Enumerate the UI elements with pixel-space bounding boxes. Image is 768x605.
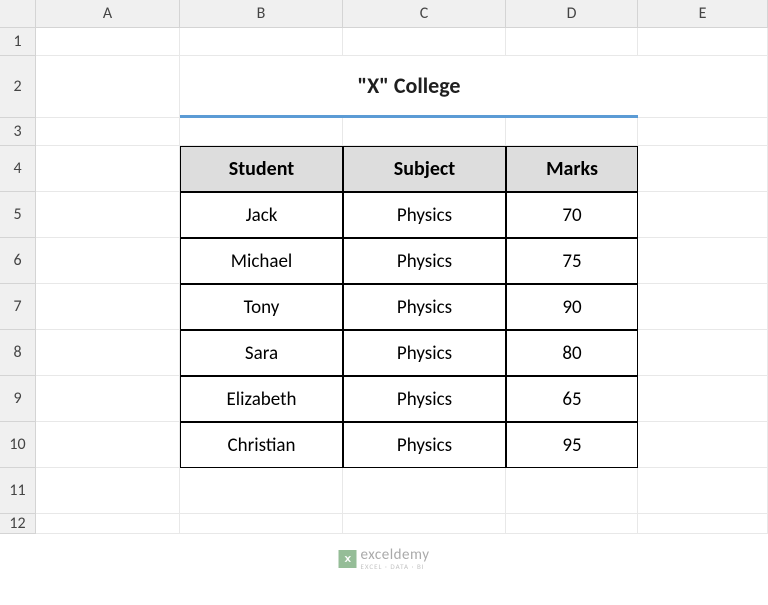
table-row[interactable]: Christian — [180, 422, 343, 468]
cell-d11[interactable] — [506, 468, 638, 514]
table-row[interactable]: Physics — [343, 284, 506, 330]
cell-a3[interactable] — [36, 118, 180, 146]
cell-b1[interactable] — [180, 28, 343, 56]
cell-e3[interactable] — [638, 118, 768, 146]
cell-c1[interactable] — [343, 28, 506, 56]
row-header-5[interactable]: 5 — [0, 192, 36, 238]
table-row[interactable]: 90 — [506, 284, 638, 330]
table-header-student[interactable]: Student — [180, 146, 343, 192]
table-row[interactable]: Physics — [343, 376, 506, 422]
row-header-2[interactable]: 2 — [0, 56, 36, 118]
cell-a6[interactable] — [36, 238, 180, 284]
table-row[interactable]: 70 — [506, 192, 638, 238]
row-header-3[interactable]: 3 — [0, 118, 36, 146]
row-header-10[interactable]: 10 — [0, 422, 36, 468]
table-row[interactable]: 95 — [506, 422, 638, 468]
cell-a1[interactable] — [36, 28, 180, 56]
col-header-e[interactable]: E — [638, 0, 768, 28]
row-header-12[interactable]: 12 — [0, 514, 36, 534]
row-header-7[interactable]: 7 — [0, 284, 36, 330]
col-header-c[interactable]: C — [343, 0, 506, 28]
cell-a5[interactable] — [36, 192, 180, 238]
table-row[interactable]: Tony — [180, 284, 343, 330]
cell-a10[interactable] — [36, 422, 180, 468]
cell-a12[interactable] — [36, 514, 180, 534]
table-row[interactable]: 75 — [506, 238, 638, 284]
cell-e2[interactable] — [638, 56, 768, 118]
table-header-marks[interactable]: Marks — [506, 146, 638, 192]
cell-d1[interactable] — [506, 28, 638, 56]
cell-a8[interactable] — [36, 330, 180, 376]
row-header-8[interactable]: 8 — [0, 330, 36, 376]
table-row[interactable]: Jack — [180, 192, 343, 238]
cell-b11[interactable] — [180, 468, 343, 514]
watermark-sub: EXCEL · DATA · BI — [361, 563, 430, 570]
cell-e10[interactable] — [638, 422, 768, 468]
table-row[interactable]: Physics — [343, 422, 506, 468]
table-row[interactable]: Sara — [180, 330, 343, 376]
cell-a11[interactable] — [36, 468, 180, 514]
cell-d12[interactable] — [506, 514, 638, 534]
table-row[interactable]: 65 — [506, 376, 638, 422]
watermark-main: exceldemy — [361, 548, 430, 563]
watermark: exceldemy EXCEL · DATA · BI — [339, 548, 430, 570]
cell-e6[interactable] — [638, 238, 768, 284]
table-row[interactable]: Physics — [343, 330, 506, 376]
row-header-9[interactable]: 9 — [0, 376, 36, 422]
col-header-d[interactable]: D — [506, 0, 638, 28]
cell-a9[interactable] — [36, 376, 180, 422]
table-row[interactable]: Elizabeth — [180, 376, 343, 422]
cell-e12[interactable] — [638, 514, 768, 534]
cell-e8[interactable] — [638, 330, 768, 376]
cell-c3[interactable] — [343, 118, 506, 146]
cell-c12[interactable] — [343, 514, 506, 534]
col-header-b[interactable]: B — [180, 0, 343, 28]
cell-e1[interactable] — [638, 28, 768, 56]
cell-c11[interactable] — [343, 468, 506, 514]
row-header-4[interactable]: 4 — [0, 146, 36, 192]
spreadsheet-grid: A B C D E 1 2 "X" College 3 4 Student Su… — [0, 0, 768, 534]
row-header-6[interactable]: 6 — [0, 238, 36, 284]
cell-e9[interactable] — [638, 376, 768, 422]
title-cell[interactable]: "X" College — [180, 56, 638, 118]
col-header-a[interactable]: A — [36, 0, 180, 28]
cell-e4[interactable] — [638, 146, 768, 192]
cell-e7[interactable] — [638, 284, 768, 330]
excel-icon — [339, 550, 357, 568]
table-row[interactable]: Physics — [343, 238, 506, 284]
cell-d3[interactable] — [506, 118, 638, 146]
cell-b3[interactable] — [180, 118, 343, 146]
watermark-text: exceldemy EXCEL · DATA · BI — [361, 548, 430, 570]
cell-e11[interactable] — [638, 468, 768, 514]
row-header-11[interactable]: 11 — [0, 468, 36, 514]
table-row[interactable]: 80 — [506, 330, 638, 376]
select-all-corner[interactable] — [0, 0, 36, 28]
row-header-1[interactable]: 1 — [0, 28, 36, 56]
table-header-subject[interactable]: Subject — [343, 146, 506, 192]
cell-a4[interactable] — [36, 146, 180, 192]
cell-b12[interactable] — [180, 514, 343, 534]
cell-e5[interactable] — [638, 192, 768, 238]
table-row[interactable]: Michael — [180, 238, 343, 284]
table-row[interactable]: Physics — [343, 192, 506, 238]
cell-a2[interactable] — [36, 56, 180, 118]
cell-a7[interactable] — [36, 284, 180, 330]
